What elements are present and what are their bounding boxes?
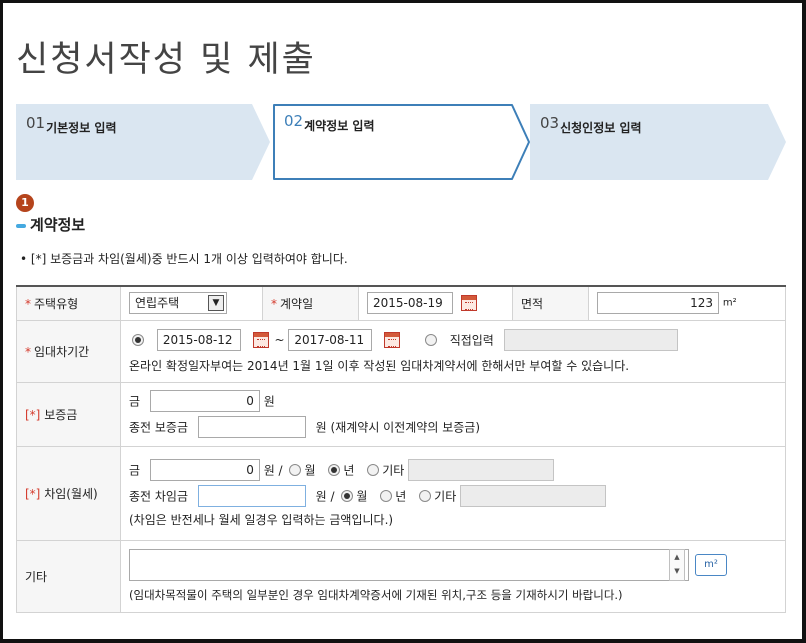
- deposit-cell: 금 0 원 종전 보증금 원 (재계약시 이전계약의 보증금): [120, 381, 786, 447]
- step-3-number: 03: [540, 114, 560, 132]
- rent-year-label: 년: [343, 463, 355, 477]
- prev-rent-month-radio[interactable]: [341, 489, 354, 502]
- section-title: 계약정보: [16, 214, 85, 235]
- rent-label: [*] 차임(월세): [16, 445, 121, 541]
- rent-month-label: 월: [304, 463, 316, 477]
- required-notice: • [*] 보증금과 차임(월세)중 반드시 1개 이상 입력하여야 합니다.: [20, 252, 348, 266]
- prev-rent-label: 종전 차임금: [129, 489, 189, 503]
- housing-type-value: 연립주택: [135, 296, 180, 311]
- row-deposit: [*] 보증금 금 0 원 종전 보증금 원 (재계약시 이전계약의 보증금): [16, 381, 786, 447]
- step-badge: 1: [16, 194, 34, 212]
- lease-start-input[interactable]: 2015-08-12: [156, 328, 241, 351]
- contract-date-label-text: 계약일: [280, 296, 314, 311]
- required-mark: *: [25, 344, 31, 359]
- prev-rent-other-input[interactable]: [460, 484, 607, 507]
- calendar-icon[interactable]: [461, 295, 477, 312]
- etc-note: (임대차목적물이 주택의 일부분인 경우 임대차계약증서에 기재된 위치,구조 …: [129, 588, 623, 602]
- rent-other-label: 기타: [382, 463, 405, 477]
- calendar-icon[interactable]: [384, 331, 401, 348]
- rent-label-text: 차임(월세): [44, 486, 98, 501]
- prev-rent-year-label: 년: [395, 489, 407, 503]
- row-housing: * 주택유형 연립주택 ▼ * 계약일 2015-08-19 면적 123 m²: [16, 285, 786, 321]
- contract-date-cell: 2015-08-19: [358, 285, 513, 321]
- step-2: 02계약정보 입력: [284, 112, 375, 134]
- page-title: 신청서작성 및 제출: [16, 40, 316, 81]
- etc-cell: ▲ ▼ m² (임대차목적물이 주택의 일부분인 경우 임대차계약증서에 기재된 위…: [120, 539, 786, 613]
- required-mark: [*]: [25, 407, 41, 422]
- contract-form-table: * 주택유형 연립주택 ▼ * 계약일 2015-08-19 면적 123 m² * 임…: [16, 285, 786, 613]
- direct-input-label: 직접입력: [449, 333, 494, 347]
- prev-deposit-unit: 원 (재계약시 이전계약의 보증금): [315, 420, 480, 435]
- calendar-icon[interactable]: [252, 331, 269, 348]
- housing-type-label: * 주택유형: [16, 285, 121, 321]
- rent-cell: 금 0 원 / 월 년 기타 종전 차임금 원 / 월 년 기타 (차임은 반전…: [120, 445, 786, 541]
- prev-rent-year-radio[interactable]: [380, 489, 393, 502]
- rent-month-radio[interactable]: [289, 463, 302, 476]
- row-lease-period: * 임대차기간 2015-08-12 ~ 2017-08-11 직접입력 온라인 …: [16, 319, 786, 383]
- textarea-scrollbar[interactable]: ▲ ▼: [669, 549, 685, 581]
- rent-year-radio[interactable]: [328, 463, 341, 476]
- deposit-label-text: 보증금: [44, 407, 78, 422]
- row-etc: 기타 ▲ ▼ m² (임대차목적물이 주택의 일부분인 경우 임대차계약증서에 기재…: [16, 539, 786, 613]
- m2-button[interactable]: m²: [695, 554, 727, 576]
- lease-period-cell: 2015-08-12 ~ 2017-08-11 직접입력 온라인 확정일자부여는…: [120, 319, 786, 383]
- chevron-down-icon[interactable]: ▼: [208, 295, 224, 312]
- rent-input[interactable]: 0: [149, 458, 260, 481]
- prev-rent-unit: 원 /: [315, 489, 335, 503]
- prev-rent-other-radio[interactable]: [419, 489, 432, 502]
- step-3: 03신청인정보 입력: [540, 114, 642, 136]
- required-mark: *: [25, 296, 31, 311]
- housing-type-label-text: 주택유형: [34, 296, 79, 311]
- title-bullet-icon: [16, 223, 26, 228]
- rent-other-input[interactable]: [408, 458, 555, 481]
- prev-rent-other-label: 기타: [434, 489, 457, 503]
- direct-input-radio[interactable]: [424, 333, 437, 346]
- step-indicator: 01기본정보 입력 02계약정보 입력 03신청인정보 입력: [16, 104, 790, 182]
- area-input[interactable]: 123: [597, 292, 719, 315]
- section-title-text: 계약정보: [30, 216, 86, 234]
- rent-note: (차임은 반전세나 월세 일경우 입력하는 금액입니다.): [129, 512, 394, 527]
- tilde-separator: ~: [274, 332, 285, 347]
- contract-date-label: * 계약일: [262, 285, 359, 321]
- housing-type-select[interactable]: 연립주택 ▼: [129, 292, 227, 315]
- contract-date-input[interactable]: 2015-08-19: [367, 292, 453, 315]
- area-cell: 123 m²: [588, 285, 786, 321]
- lease-end-input[interactable]: 2017-08-11: [288, 328, 373, 351]
- housing-type-cell: 연립주택 ▼: [120, 285, 263, 321]
- prev-deposit-label: 종전 보증금: [129, 420, 189, 435]
- deposit-label: [*] 보증금: [16, 381, 121, 447]
- area-unit: m²: [722, 297, 737, 309]
- step-1-number: 01: [26, 114, 46, 132]
- lease-period-label-text: 임대차기간: [34, 344, 90, 359]
- step-3-label: 신청인정보 입력: [560, 121, 642, 135]
- step-2-number: 02: [284, 112, 304, 130]
- step-arrows: [16, 104, 786, 180]
- prev-rent-input[interactable]: [197, 484, 306, 507]
- rent-prefix: 금: [129, 463, 141, 477]
- step-1-shape: [16, 104, 270, 180]
- rent-unit: 원 /: [263, 463, 283, 477]
- prev-rent-month-label: 월: [356, 489, 368, 503]
- required-mark: [*]: [25, 486, 41, 501]
- period-range-radio[interactable]: [132, 333, 144, 346]
- prev-deposit-input[interactable]: [197, 416, 306, 438]
- lease-period-label: * 임대차기간: [16, 319, 121, 383]
- step-2-label: 계약정보 입력: [304, 119, 375, 133]
- deposit-prefix: 금: [129, 394, 141, 409]
- step-1-label: 기본정보 입력: [46, 121, 117, 135]
- etc-textarea[interactable]: [129, 549, 689, 581]
- step-3-shape: [530, 104, 786, 180]
- deposit-unit: 원: [263, 394, 275, 409]
- row-rent: [*] 차임(월세) 금 0 원 / 월 년 기타 종전 차임금 원 / 월 년…: [16, 445, 786, 541]
- area-label: 면적: [512, 285, 589, 321]
- direct-input-field[interactable]: [503, 328, 678, 351]
- required-mark: *: [271, 296, 277, 311]
- rent-other-radio[interactable]: [367, 463, 380, 476]
- lease-period-note: 온라인 확정일자부여는 2014년 1월 1일 이후 작성된 임대차계약서에 한…: [129, 358, 630, 373]
- deposit-input[interactable]: 0: [149, 390, 260, 412]
- step-1: 01기본정보 입력: [26, 114, 117, 136]
- etc-label: 기타: [16, 539, 121, 613]
